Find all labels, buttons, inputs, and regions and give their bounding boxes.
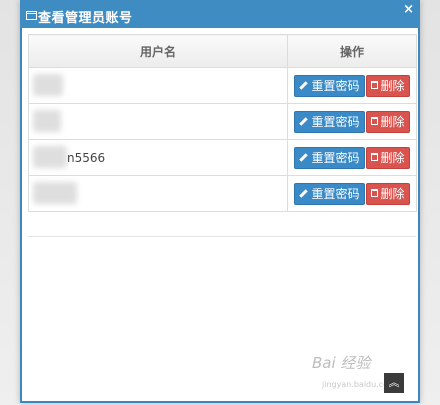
watermark: Bai 经验 [312,354,371,372]
redaction-blur [33,146,67,168]
username-cell: n5566 [28,139,288,176]
reset-password-label: 重置密码 [311,114,360,129]
pencil-icon [299,116,309,126]
redaction-blur [33,110,61,132]
delete-button[interactable]: 删除 [365,74,410,97]
username-cell [28,103,288,140]
delete-button[interactable]: 删除 [365,182,410,205]
delete-button[interactable]: 删除 [365,110,410,133]
reset-password-button[interactable]: 重置密码 [294,182,365,205]
pencil-icon [299,188,309,198]
actions-cell: 重置密码 删除 [287,67,417,104]
window-icon [26,11,37,20]
trash-icon [370,117,378,125]
delete-label: 删除 [380,186,405,201]
redaction-blur [33,74,63,96]
reset-password-button[interactable]: 重置密码 [294,146,365,169]
actions-cell: 重置密码 删除 [287,139,417,176]
redaction-blur [33,182,77,204]
admin-accounts-dialog: 查看管理员账号 × 用户名 操作 重置密码 删除 重置密码 删除 n5566 重… [20,0,420,403]
actions-cell: 重置密码 删除 [287,103,417,140]
username-cell [28,175,288,212]
column-header-username: 用户名 [28,34,288,68]
trash-icon [370,153,378,161]
table-row: 重置密码 删除 [28,67,417,104]
table-row: 重置密码 删除 [28,103,417,140]
username-text: n5566 [67,150,106,165]
delete-button[interactable]: 删除 [365,146,410,169]
dialog-title: 查看管理员账号 [38,11,133,26]
reset-password-button[interactable]: 重置密码 [294,74,365,97]
chevron-up-icon[interactable]: ︽ [384,373,404,393]
trash-icon [370,81,378,89]
pencil-icon [299,152,309,162]
pencil-icon [299,80,309,90]
reset-password-label: 重置密码 [311,150,360,165]
reset-password-label: 重置密码 [311,78,360,93]
accounts-table: 用户名 操作 重置密码 删除 重置密码 删除 n5566 重置密码 删除 重置密… [28,34,417,212]
table-row: 重置密码 删除 [28,175,417,212]
trash-icon [370,189,378,197]
close-icon[interactable]: × [403,2,414,17]
accounts-table-wrap: 用户名 操作 重置密码 删除 重置密码 删除 n5566 重置密码 删除 重置密… [28,34,417,212]
actions-cell: 重置密码 删除 [287,175,417,212]
delete-label: 删除 [380,150,405,165]
reset-password-label: 重置密码 [311,186,360,201]
username-cell [28,67,288,104]
delete-label: 删除 [380,78,405,93]
delete-label: 删除 [380,114,405,129]
reset-password-button[interactable]: 重置密码 [294,110,365,133]
dialog-titlebar: 查看管理员账号 × [20,0,420,28]
content-divider [28,236,416,237]
column-header-actions: 操作 [287,34,417,68]
table-row: n5566 重置密码 删除 [28,139,417,176]
table-header-row: 用户名 操作 [28,34,417,68]
